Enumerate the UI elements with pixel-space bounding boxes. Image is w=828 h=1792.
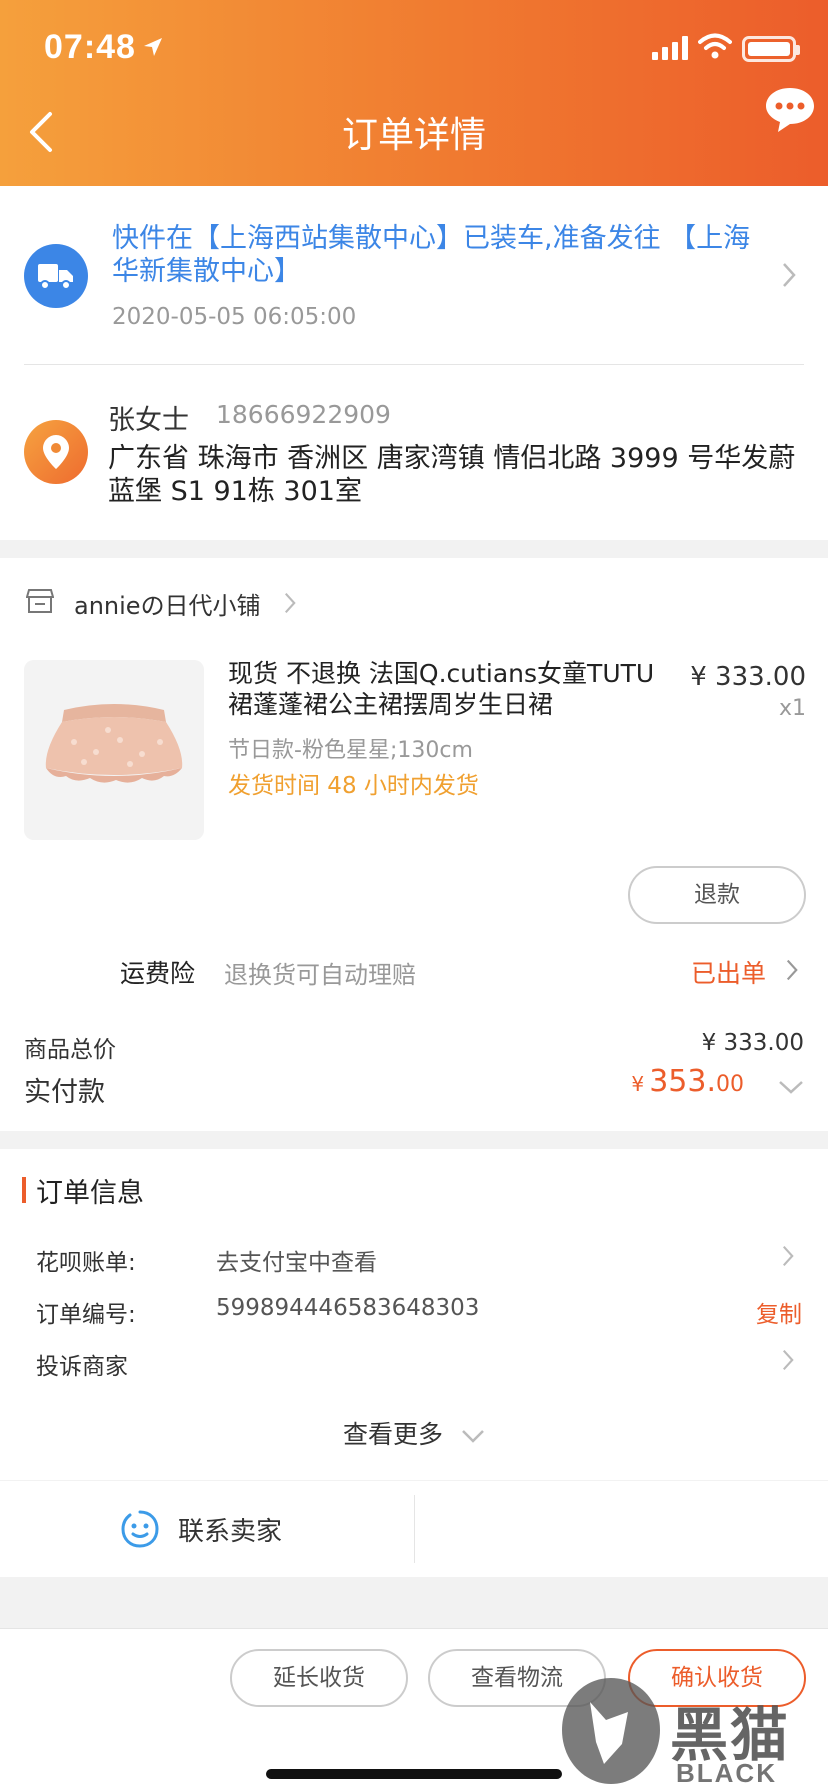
shop-name[interactable]: annieの日代小铺 — [74, 586, 261, 621]
status-time: 07:48 — [44, 28, 136, 66]
recipient-name: 张女士 — [108, 405, 189, 436]
smile-chat-icon[interactable] — [120, 1509, 160, 1549]
divider — [24, 364, 804, 365]
chevron-right-icon[interactable] — [786, 958, 798, 982]
view-more-button[interactable]: 查看更多 — [0, 1415, 828, 1451]
insurance-label: 运费险 — [120, 959, 196, 988]
section-accent — [22, 1177, 26, 1203]
page-title: 订单详情 — [341, 115, 486, 156]
product-ship-time: 发货时间 48 小时内发货 — [228, 773, 479, 799]
chat-bubble-icon[interactable] — [764, 84, 816, 136]
order-info-title: 订单信息 — [36, 1178, 144, 1209]
watermark-subtext: BLACK CAT — [676, 1758, 777, 1792]
order-number-label: 订单编号: — [36, 1302, 136, 1328]
copy-button[interactable]: 复制 — [756, 1295, 802, 1329]
order-info-card: 订单信息 花呗账单: 去支付宝中查看 订单编号: 599894446583648… — [0, 1149, 828, 1480]
chevron-right-icon[interactable] — [782, 262, 796, 288]
product-spec: 节日款-粉色星星;130cm — [228, 738, 473, 763]
chevron-down-icon[interactable] — [778, 1080, 804, 1094]
truck-icon — [38, 264, 73, 290]
chevron-right-icon[interactable] — [782, 1349, 794, 1371]
logistics-message[interactable]: 快件在【上海西站集散中心】已装车,准备发往 【上海华新集散中心】 — [112, 222, 752, 288]
chevron-right-icon[interactable] — [284, 592, 296, 614]
logistics-time: 2020-05-05 06:05:00 — [112, 304, 357, 330]
paid-decimal: 00 — [716, 1072, 744, 1097]
goods-total-value: ¥ 333.00 — [701, 1030, 804, 1056]
refund-button[interactable]: 退款 — [628, 866, 806, 924]
view-more-label: 查看更多 — [343, 1420, 444, 1449]
signal-icon — [652, 36, 688, 60]
complain-seller-label[interactable]: 投诉商家 — [36, 1347, 128, 1381]
product-image[interactable] — [24, 660, 204, 840]
black-cat-watermark: 黑猫 BLACK CAT — [556, 1672, 828, 1792]
battery-icon — [742, 36, 800, 62]
contact-seller-bar: 联系卖家 — [0, 1481, 828, 1577]
logistics-address-card: 快件在【上海西站集散中心】已装车,准备发往 【上海华新集散中心】 2020-05… — [0, 186, 828, 540]
location-pin-icon — [43, 435, 69, 469]
paid-label: 实付款 — [24, 1077, 105, 1108]
insurance-status[interactable]: 已出单 — [691, 954, 766, 990]
chevron-right-icon[interactable] — [782, 1245, 794, 1267]
location-badge — [24, 420, 88, 484]
chevron-down-icon — [462, 1430, 484, 1443]
truck-badge — [24, 244, 88, 308]
huabei-value[interactable]: 去支付宝中查看 — [216, 1243, 377, 1277]
product-price: ¥ 333.00 — [690, 662, 806, 692]
store-icon — [26, 589, 54, 613]
header-bar: 07:48 订单详情 — [0, 0, 828, 186]
recipient-phone: 18666922909 — [216, 400, 391, 429]
order-item-card: annieの日代小铺 现货 不退换 法国Q.cutians女童TUTU裙蓬蓬裙公… — [0, 558, 828, 1131]
product-title[interactable]: 现货 不退换 法国Q.cutians女童TUTU裙蓬蓬裙公主裙摆周岁生日裙 — [228, 658, 658, 720]
recipient-address: 广东省 珠海市 香洲区 唐家湾镇 情侣北路 3999 号华发蔚蓝堡 S1 91栋… — [108, 443, 796, 507]
tutu-skirt-image — [24, 660, 204, 840]
contact-seller-label[interactable]: 联系卖家 — [178, 1511, 282, 1548]
product-quantity: x1 — [778, 696, 806, 721]
paid-integer: 353. — [649, 1064, 716, 1099]
insurance-desc: 退换货可自动理赔 — [224, 961, 416, 989]
paid-amount: ¥ 353.00 — [631, 1064, 744, 1099]
extend-receipt-button[interactable]: 延长收货 — [230, 1649, 408, 1707]
black-cat-logo-icon — [562, 1678, 660, 1784]
goods-total-label: 商品总价 — [24, 1037, 116, 1063]
order-number-value: 599894446583648303 — [216, 1295, 480, 1321]
home-indicator — [266, 1769, 562, 1779]
huabei-label: 花呗账单: — [36, 1250, 136, 1276]
location-arrow-icon — [144, 38, 162, 56]
wifi-icon — [698, 33, 732, 59]
divider — [414, 1495, 415, 1563]
paid-currency: ¥ — [631, 1072, 645, 1096]
